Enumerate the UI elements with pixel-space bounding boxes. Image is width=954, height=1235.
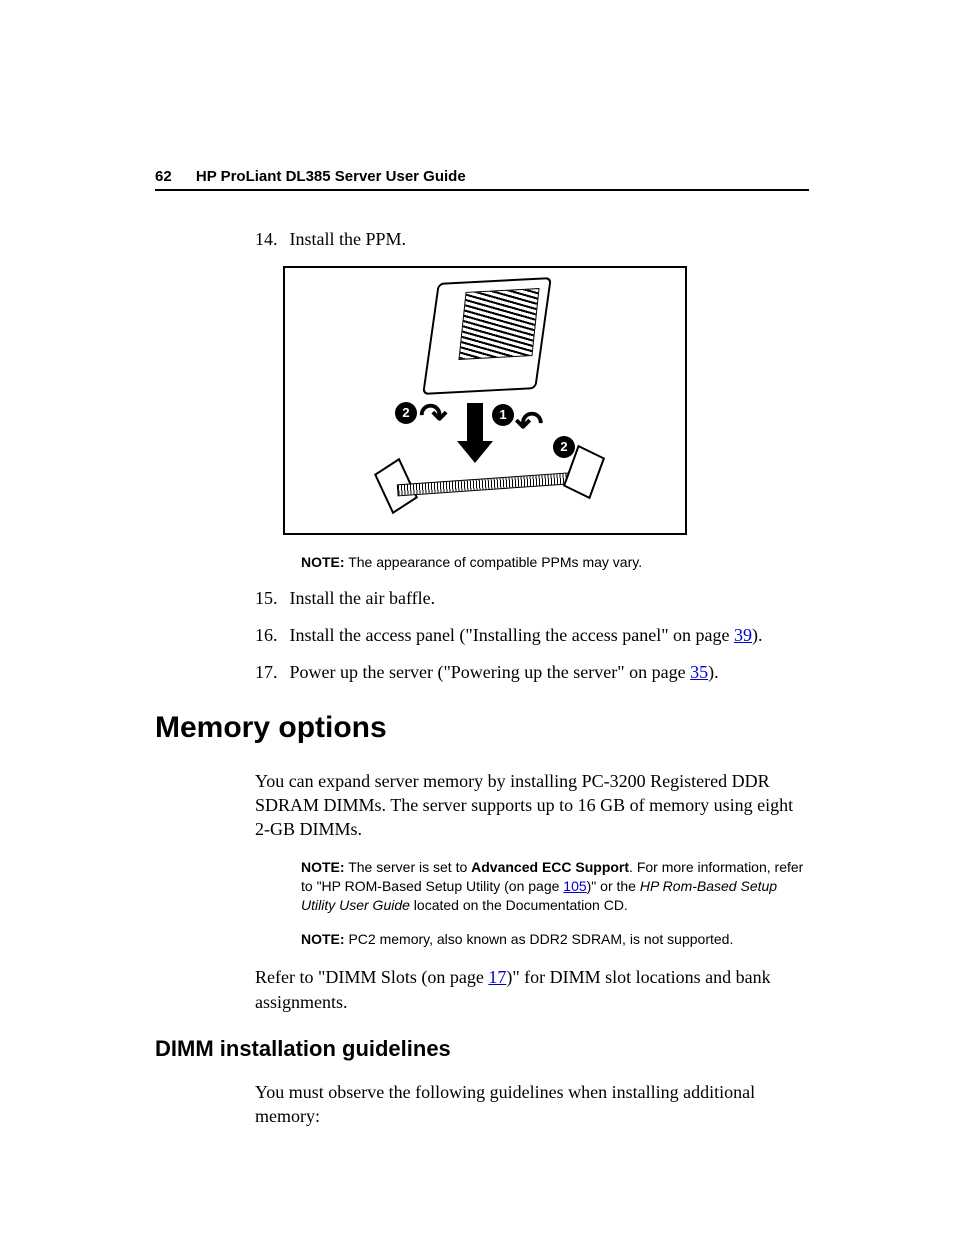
ppm-module-illustration — [420, 276, 550, 396]
figure-badge-2-left: 2 — [395, 402, 417, 424]
page-link-17[interactable]: 17 — [488, 967, 506, 987]
curved-arrow-icon: ↷ — [419, 396, 448, 436]
step-number: 15. — [255, 588, 285, 609]
page-link-39[interactable]: 39 — [734, 625, 752, 645]
memory-intro: You can expand server memory by installi… — [255, 769, 809, 842]
step-15: 15. Install the air baffle. — [255, 588, 809, 609]
step-number: 17. — [255, 662, 285, 683]
step-17: 17. Power up the server ("Powering up th… — [255, 662, 809, 683]
step-text: Install the PPM. — [290, 229, 407, 249]
step-text-after: ). — [752, 625, 763, 645]
note-bold: Advanced ECC Support — [471, 859, 629, 875]
note-label: NOTE: — [301, 931, 345, 947]
dimm-intro: You must observe the following guideline… — [255, 1080, 809, 1129]
figure-badge-1: 1 — [492, 404, 514, 426]
refer-before: Refer to "DIMM Slots (on page — [255, 967, 488, 987]
note-text: PC2 memory, also known as DDR2 SDRAM, is… — [348, 931, 733, 947]
memory-refer: Refer to "DIMM Slots (on page 17)" for D… — [255, 965, 809, 1014]
step-number: 16. — [255, 625, 285, 646]
note-text: The server is set to — [348, 859, 471, 875]
note-text: )" or the — [587, 878, 640, 894]
memory-note-pc2: NOTE: PC2 memory, also known as DDR2 SDR… — [301, 930, 809, 949]
step-14: 14. Install the PPM. — [255, 229, 809, 250]
step-text-before: Power up the server ("Powering up the se… — [290, 662, 691, 682]
figure-badge-2-right: 2 — [553, 436, 575, 458]
page-link-105[interactable]: 105 — [563, 878, 586, 894]
step-text-before: Install the access panel ("Installing th… — [290, 625, 735, 645]
heading-memory-options: Memory options — [155, 711, 809, 745]
step-text: Install the air baffle. — [290, 588, 436, 608]
down-arrow-icon — [467, 403, 483, 443]
memory-note-ecc: NOTE: The server is set to Advanced ECC … — [301, 858, 809, 915]
page-number: 62 — [155, 168, 172, 185]
step-16: 16. Install the access panel ("Installin… — [255, 625, 809, 646]
curved-arrow-icon: ↷ — [515, 404, 544, 444]
heading-dimm-guidelines: DIMM installation guidelines — [155, 1036, 809, 1062]
ppm-install-figure: 2 ↷ 1 ↷ 2 — [283, 266, 687, 535]
note-label: NOTE: — [301, 859, 345, 875]
dimm-slot-illustration — [383, 456, 593, 512]
note-label: NOTE: — [301, 554, 345, 570]
page-header: 62 HP ProLiant DL385 Server User Guide — [155, 168, 809, 191]
note-text: located on the Documentation CD. — [410, 897, 628, 913]
step-number: 14. — [255, 229, 285, 250]
step-text-after: ). — [708, 662, 719, 682]
note-text: The appearance of compatible PPMs may va… — [348, 554, 642, 570]
figure-note: NOTE: The appearance of compatible PPMs … — [301, 553, 809, 572]
page-link-35[interactable]: 35 — [690, 662, 708, 682]
document-title: HP ProLiant DL385 Server User Guide — [196, 168, 466, 185]
